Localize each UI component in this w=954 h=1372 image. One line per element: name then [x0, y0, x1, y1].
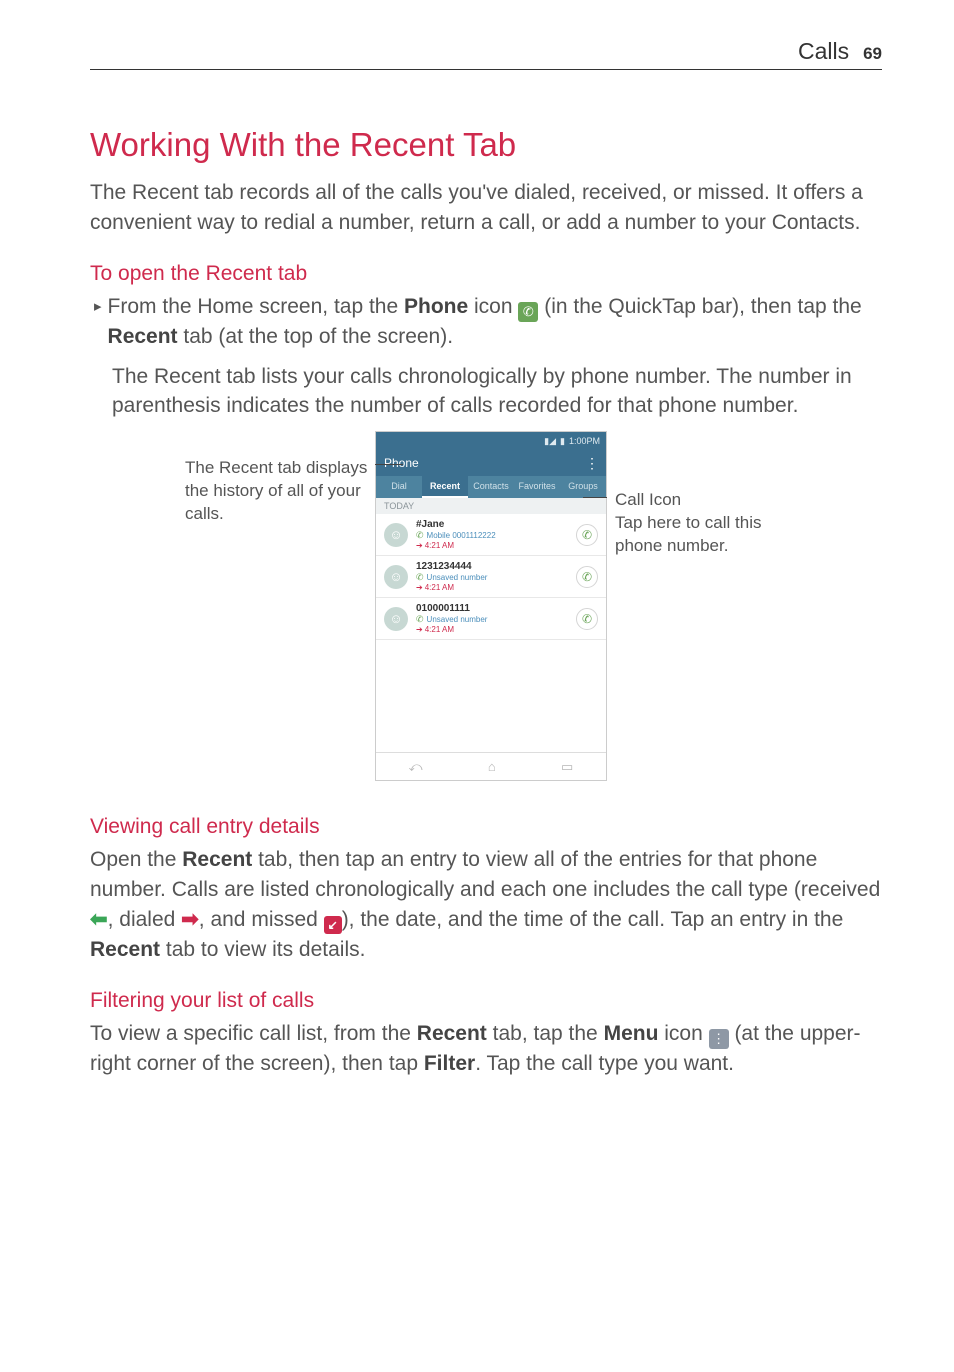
txt: , and missed [199, 908, 324, 931]
bold: Menu [604, 1022, 659, 1045]
list-item[interactable]: ☺ 0100001111 ✆Unsaved number ➔4:21 AM ✆ [376, 598, 606, 640]
heading-view-details: Viewing call entry details [90, 815, 882, 839]
app-bar: Phone ⋮ [376, 450, 606, 476]
txt: To view a specific call list, from the [90, 1022, 417, 1045]
signal-icon: ▮◢ [544, 436, 556, 447]
handset-icon: ✆ [416, 530, 424, 541]
caption-right: Call Icon Tap here to call this phone nu… [607, 431, 787, 558]
today-header: TODAY [376, 498, 606, 514]
app-title: Phone [384, 456, 419, 470]
bold: Recent [182, 848, 252, 871]
txt: , dialed [108, 908, 182, 931]
call-time: ➔4:21 AM [416, 625, 568, 634]
bullet-glyph: ▸ [94, 292, 102, 352]
handset-icon: ✆ [416, 614, 424, 625]
avatar: ☺ [384, 565, 408, 589]
received-arrow-icon: ⬅ [90, 905, 108, 935]
txt: tab (at the top of the screen). [178, 325, 454, 348]
call-button[interactable]: ✆ [576, 566, 598, 588]
missed-icon: ↙ [324, 916, 342, 934]
list-item[interactable]: ☺ 1231234444 ✆Unsaved number ➔4:21 AM ✆ [376, 556, 606, 598]
details-paragraph: Open the Recent tab, then tap an entry t… [90, 845, 882, 964]
bold: Recent [417, 1022, 487, 1045]
right-title: Call Icon [615, 489, 787, 512]
heading-open-recent: To open the Recent tab [90, 262, 882, 286]
call-meta: 0100001111 ✆Unsaved number ➔4:21 AM [416, 603, 568, 634]
menu-icon[interactable]: ⋮ [585, 455, 598, 472]
figure-recent-tab: The Recent tab displays the history of a… [90, 431, 882, 781]
header-page-number: 69 [863, 44, 882, 64]
status-bar: ▮◢ ▮ 1:00PM [376, 432, 606, 450]
txt: (in the QuickTap bar), then tap the [538, 295, 861, 318]
back-key-icon[interactable]: ⤺ [409, 759, 423, 775]
tab-bar: Dial Recent Contacts Favorites Groups [376, 476, 606, 498]
outgoing-arrow-icon: ➔ [416, 541, 423, 550]
battery-icon: ▮ [560, 436, 565, 447]
filter-paragraph: To view a specific call list, from the R… [90, 1019, 882, 1079]
txt: icon [468, 295, 518, 318]
call-time: ➔4:21 AM [416, 541, 568, 550]
call-name: 1231234444 [416, 561, 568, 572]
list-item[interactable]: ☺ #Jane ✆Mobile 0001112222 ➔4:21 AM ✆ [376, 514, 606, 556]
handset-icon: ✆ [416, 572, 424, 583]
txt: ), the date, and the time of the call. T… [342, 908, 844, 931]
bullet-text: From the Home screen, tap the Phone icon… [108, 292, 882, 352]
avatar: ☺ [384, 607, 408, 631]
outgoing-arrow-icon: ➔ [416, 583, 423, 592]
tab-contacts[interactable]: Contacts [468, 476, 514, 498]
home-key-icon[interactable]: ⌂ [488, 759, 496, 774]
txt: Open the [90, 848, 182, 871]
open-para-2: The Recent tab lists your calls chronolo… [112, 362, 882, 422]
txt: icon [658, 1022, 708, 1045]
call-time: ➔4:21 AM [416, 583, 568, 592]
heading-filter-calls: Filtering your list of calls [90, 989, 882, 1013]
intro-paragraph: The Recent tab records all of the calls … [90, 178, 882, 238]
menu-icon: ⋮ [709, 1029, 729, 1049]
avatar: ☺ [384, 523, 408, 547]
call-sub: ✆Unsaved number [416, 572, 568, 583]
blank-area [376, 640, 606, 752]
caption-left: The Recent tab displays the history of a… [185, 431, 375, 526]
txt: tab, tap the [487, 1022, 604, 1045]
call-sub: ✆Unsaved number [416, 614, 568, 625]
status-time: 1:00PM [569, 436, 600, 446]
right-body: Tap here to call this phone number. [615, 512, 787, 558]
call-sub-text: Unsaved number [427, 573, 488, 582]
page-header: Calls 69 [90, 38, 882, 70]
page-title: Working With the Recent Tab [90, 126, 882, 164]
call-name: 0100001111 [416, 603, 568, 614]
dialed-arrow-icon: ➡ [181, 905, 199, 935]
figure-inner: The Recent tab displays the history of a… [185, 431, 787, 781]
tab-favorites[interactable]: Favorites [514, 476, 560, 498]
tab-recent[interactable]: Recent [422, 476, 468, 498]
call-sub-text: Unsaved number [427, 615, 488, 624]
recent-key-icon[interactable]: ▭ [561, 759, 573, 775]
outgoing-arrow-icon: ➔ [416, 625, 423, 634]
call-button[interactable]: ✆ [576, 524, 598, 546]
call-button[interactable]: ✆ [576, 608, 598, 630]
txt: From the Home screen, tap the [108, 295, 404, 318]
phone-label: Phone [404, 295, 468, 318]
recent-label: Recent [108, 325, 178, 348]
call-sub-text: Mobile 0001112222 [427, 531, 496, 540]
header-section: Calls [798, 38, 849, 65]
tab-dial[interactable]: Dial [376, 476, 422, 498]
phone-mock: ▮◢ ▮ 1:00PM Phone ⋮ Dial Recent Contacts… [375, 431, 607, 781]
call-time-text: 4:21 AM [425, 583, 454, 592]
call-meta: 1231234444 ✆Unsaved number ➔4:21 AM [416, 561, 568, 592]
nav-keys: ⤺ ⌂ ▭ [376, 752, 606, 780]
txt: tab to view its details. [160, 938, 365, 961]
bold: Filter [424, 1052, 475, 1075]
bold: Recent [90, 938, 160, 961]
bullet-open-recent: ▸ From the Home screen, tap the Phone ic… [94, 292, 882, 352]
call-name: #Jane [416, 519, 568, 530]
tab-groups[interactable]: Groups [560, 476, 606, 498]
call-time-text: 4:21 AM [425, 625, 454, 634]
call-meta: #Jane ✆Mobile 0001112222 ➔4:21 AM [416, 519, 568, 550]
txt: . Tap the call type you want. [475, 1052, 734, 1075]
call-time-text: 4:21 AM [425, 541, 454, 550]
phone-icon: ✆ [518, 302, 538, 322]
call-sub: ✆Mobile 0001112222 [416, 530, 568, 541]
